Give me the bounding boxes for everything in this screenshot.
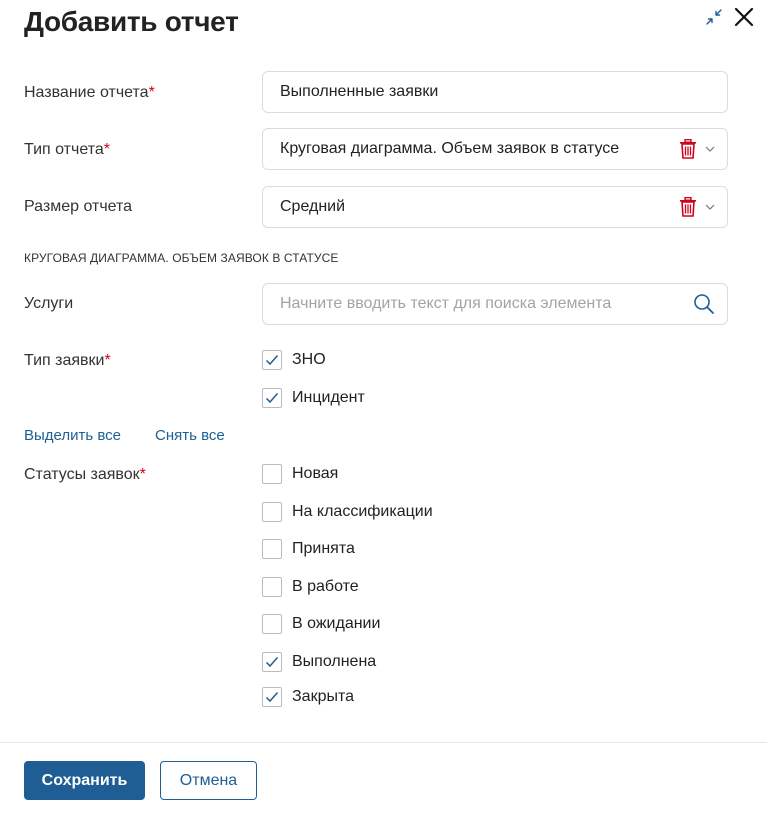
report-type-label: Тип отчета* [24,141,110,158]
checkbox[interactable] [262,614,282,634]
report-name-value: Выполненные заявки [280,83,439,100]
checkbox-label: Закрыта [292,688,355,705]
checkbox[interactable] [262,687,282,707]
checkbox-label: Выполнена [292,653,377,670]
checkbox[interactable] [262,539,282,559]
status-option-accepted[interactable]: Принята [262,538,355,560]
close-icon[interactable] [733,6,755,28]
checkbox[interactable] [262,502,282,522]
checkbox-label: В ожидании [292,615,381,632]
status-option-new[interactable]: Новая [262,463,338,485]
trash-icon[interactable] [679,197,697,217]
chevron-down-icon[interactable] [705,145,715,153]
statuses-label: Статусы заявок* [24,466,146,483]
checkbox[interactable] [262,388,282,408]
status-option-classification[interactable]: На классификации [262,501,433,523]
section-caption: КРУГОВАЯ ДИАГРАММА. ОБЪЕМ ЗАЯВОК В СТАТУ… [24,251,339,265]
dialog-title: Добавить отчет [24,6,239,37]
request-type-option-incident[interactable]: Инцидент [262,387,365,409]
status-option-in-progress[interactable]: В работе [262,576,359,598]
checkbox-label: В работе [292,578,359,595]
checkbox-label: Инцидент [292,389,365,406]
select-all-link[interactable]: Выделить все [24,427,121,444]
checkbox[interactable] [262,464,282,484]
dialog-header-actions [705,6,755,28]
report-name-label: Название отчета* [24,84,155,101]
status-option-waiting[interactable]: В ожидании [262,613,380,635]
services-search-input[interactable]: Начните вводить текст для поиска элемент… [262,283,728,325]
checkbox[interactable] [262,577,282,597]
request-type-option-zno[interactable]: ЗНО [262,349,326,371]
checkbox-label: Принята [292,540,355,557]
checkbox[interactable] [262,350,282,370]
checkbox-label: На классификации [292,503,433,520]
services-placeholder: Начните вводить текст для поиска элемент… [280,295,612,312]
add-report-dialog: Добавить отчет Название отчета* Выполнен… [0,0,767,818]
cancel-button[interactable]: Отмена [160,761,257,800]
search-icon[interactable] [693,293,715,315]
checkbox-label: Новая [292,465,339,482]
report-type-select[interactable]: Круговая диаграмма. Объем заявок в стату… [262,128,728,170]
status-option-closed[interactable]: Закрыта [262,686,354,708]
report-size-select[interactable]: Средний [262,186,728,228]
checkbox[interactable] [262,652,282,672]
services-label: Услуги [24,295,74,312]
collapse-arrows-icon[interactable] [705,8,723,26]
chevron-down-icon[interactable] [705,203,715,211]
trash-icon[interactable] [679,139,697,159]
checkbox-label: ЗНО [292,351,326,368]
save-button[interactable]: Сохранить [24,761,145,800]
report-size-label: Размер отчета [24,198,133,215]
status-option-done[interactable]: Выполнена [262,651,376,673]
deselect-all-link[interactable]: Снять все [155,427,225,444]
report-name-input[interactable]: Выполненные заявки [262,71,728,113]
request-type-label: Тип заявки* [24,352,111,369]
footer-divider [0,742,767,743]
report-type-value: Круговая диаграмма. Объем заявок в стату… [280,140,620,157]
report-size-value: Средний [280,198,346,215]
